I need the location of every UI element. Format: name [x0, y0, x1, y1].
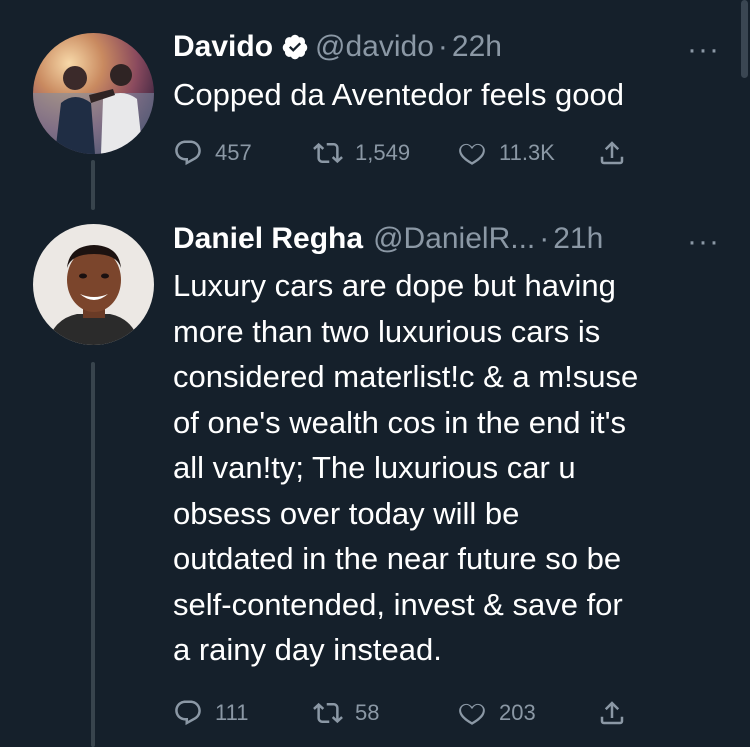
verified-badge-icon: [281, 33, 309, 61]
tweet-text-line: all van!ty; The luxurious car u: [173, 450, 576, 485]
like-count: 203: [499, 700, 536, 725]
user-handle[interactable]: @davido: [315, 30, 434, 64]
retweet-button[interactable]: 58: [313, 698, 379, 728]
retweet-icon: [313, 702, 343, 724]
like-button[interactable]: 11.3K: [457, 138, 555, 168]
tweet-davido[interactable]: Davido @davido · 22h ··· Copped da Avent…: [0, 0, 750, 200]
tweet-text-line: obsess over today will be: [173, 495, 520, 531]
tweet-header: Daniel Regha @DanielR... · 21h: [173, 222, 603, 256]
timestamp[interactable]: 22h: [452, 30, 502, 64]
reply-button[interactable]: 457: [173, 138, 252, 168]
separator-dot: ·: [437, 30, 448, 63]
reply-icon: [175, 700, 201, 726]
avatar-image: [33, 33, 154, 154]
tweet-header: Davido @davido · 22h: [173, 30, 502, 64]
like-count: 11.3K: [499, 140, 555, 165]
share-icon: [600, 141, 624, 165]
avatar[interactable]: [33, 33, 154, 154]
tweet-text-line: outdated in the near future so be: [173, 541, 622, 576]
more-options-icon[interactable]: ···: [687, 227, 720, 257]
share-icon: [600, 701, 624, 725]
share-button[interactable]: [597, 698, 639, 728]
tweet-actions: 457 1,549 11.3K: [173, 138, 653, 172]
timestamp[interactable]: 21h: [553, 222, 603, 256]
tweet-text: Copped da Aventedor feels good: [173, 77, 625, 112]
tweet-text-line: self-contended, invest & save for: [173, 586, 623, 622]
avatar[interactable]: [33, 224, 154, 345]
tweet-text: Luxury cars are dope but having more tha…: [173, 263, 733, 673]
separator-dot: ·: [539, 222, 550, 255]
tweet-text-line: of one's wealth cos in the end it's: [173, 404, 626, 440]
heart-icon: [459, 703, 485, 725]
tweet-text-line: more than two luxurious cars is: [173, 313, 601, 349]
reply-button[interactable]: 111: [173, 698, 248, 728]
display-name[interactable]: Davido: [173, 30, 273, 64]
retweet-icon: [313, 142, 343, 164]
tweet-text-line: considered materlist!c & a m!suse: [173, 359, 639, 394]
reply-icon: [175, 140, 201, 166]
reply-count: 457: [215, 140, 252, 165]
retweet-button[interactable]: 1,549: [313, 138, 410, 168]
reply-count: 111: [215, 700, 249, 725]
tweet-daniel-regha[interactable]: Daniel Regha @DanielR... · 21h ··· Luxur…: [0, 200, 750, 747]
more-options-icon[interactable]: ···: [687, 35, 720, 65]
tweet-text-line: Luxury cars are dope but having: [173, 268, 616, 303]
retweet-count: 58: [355, 700, 380, 725]
tweet-text-line: a rainy day instead.: [173, 632, 442, 667]
share-button[interactable]: [597, 138, 639, 168]
tweet-actions: 111 58 203: [173, 698, 653, 732]
avatar-image: [33, 224, 154, 345]
user-handle[interactable]: @DanielR...: [373, 222, 535, 256]
heart-icon: [459, 143, 485, 165]
display-name[interactable]: Daniel Regha: [173, 222, 363, 256]
retweet-count: 1,549: [355, 140, 411, 165]
like-button[interactable]: 203: [457, 698, 536, 728]
